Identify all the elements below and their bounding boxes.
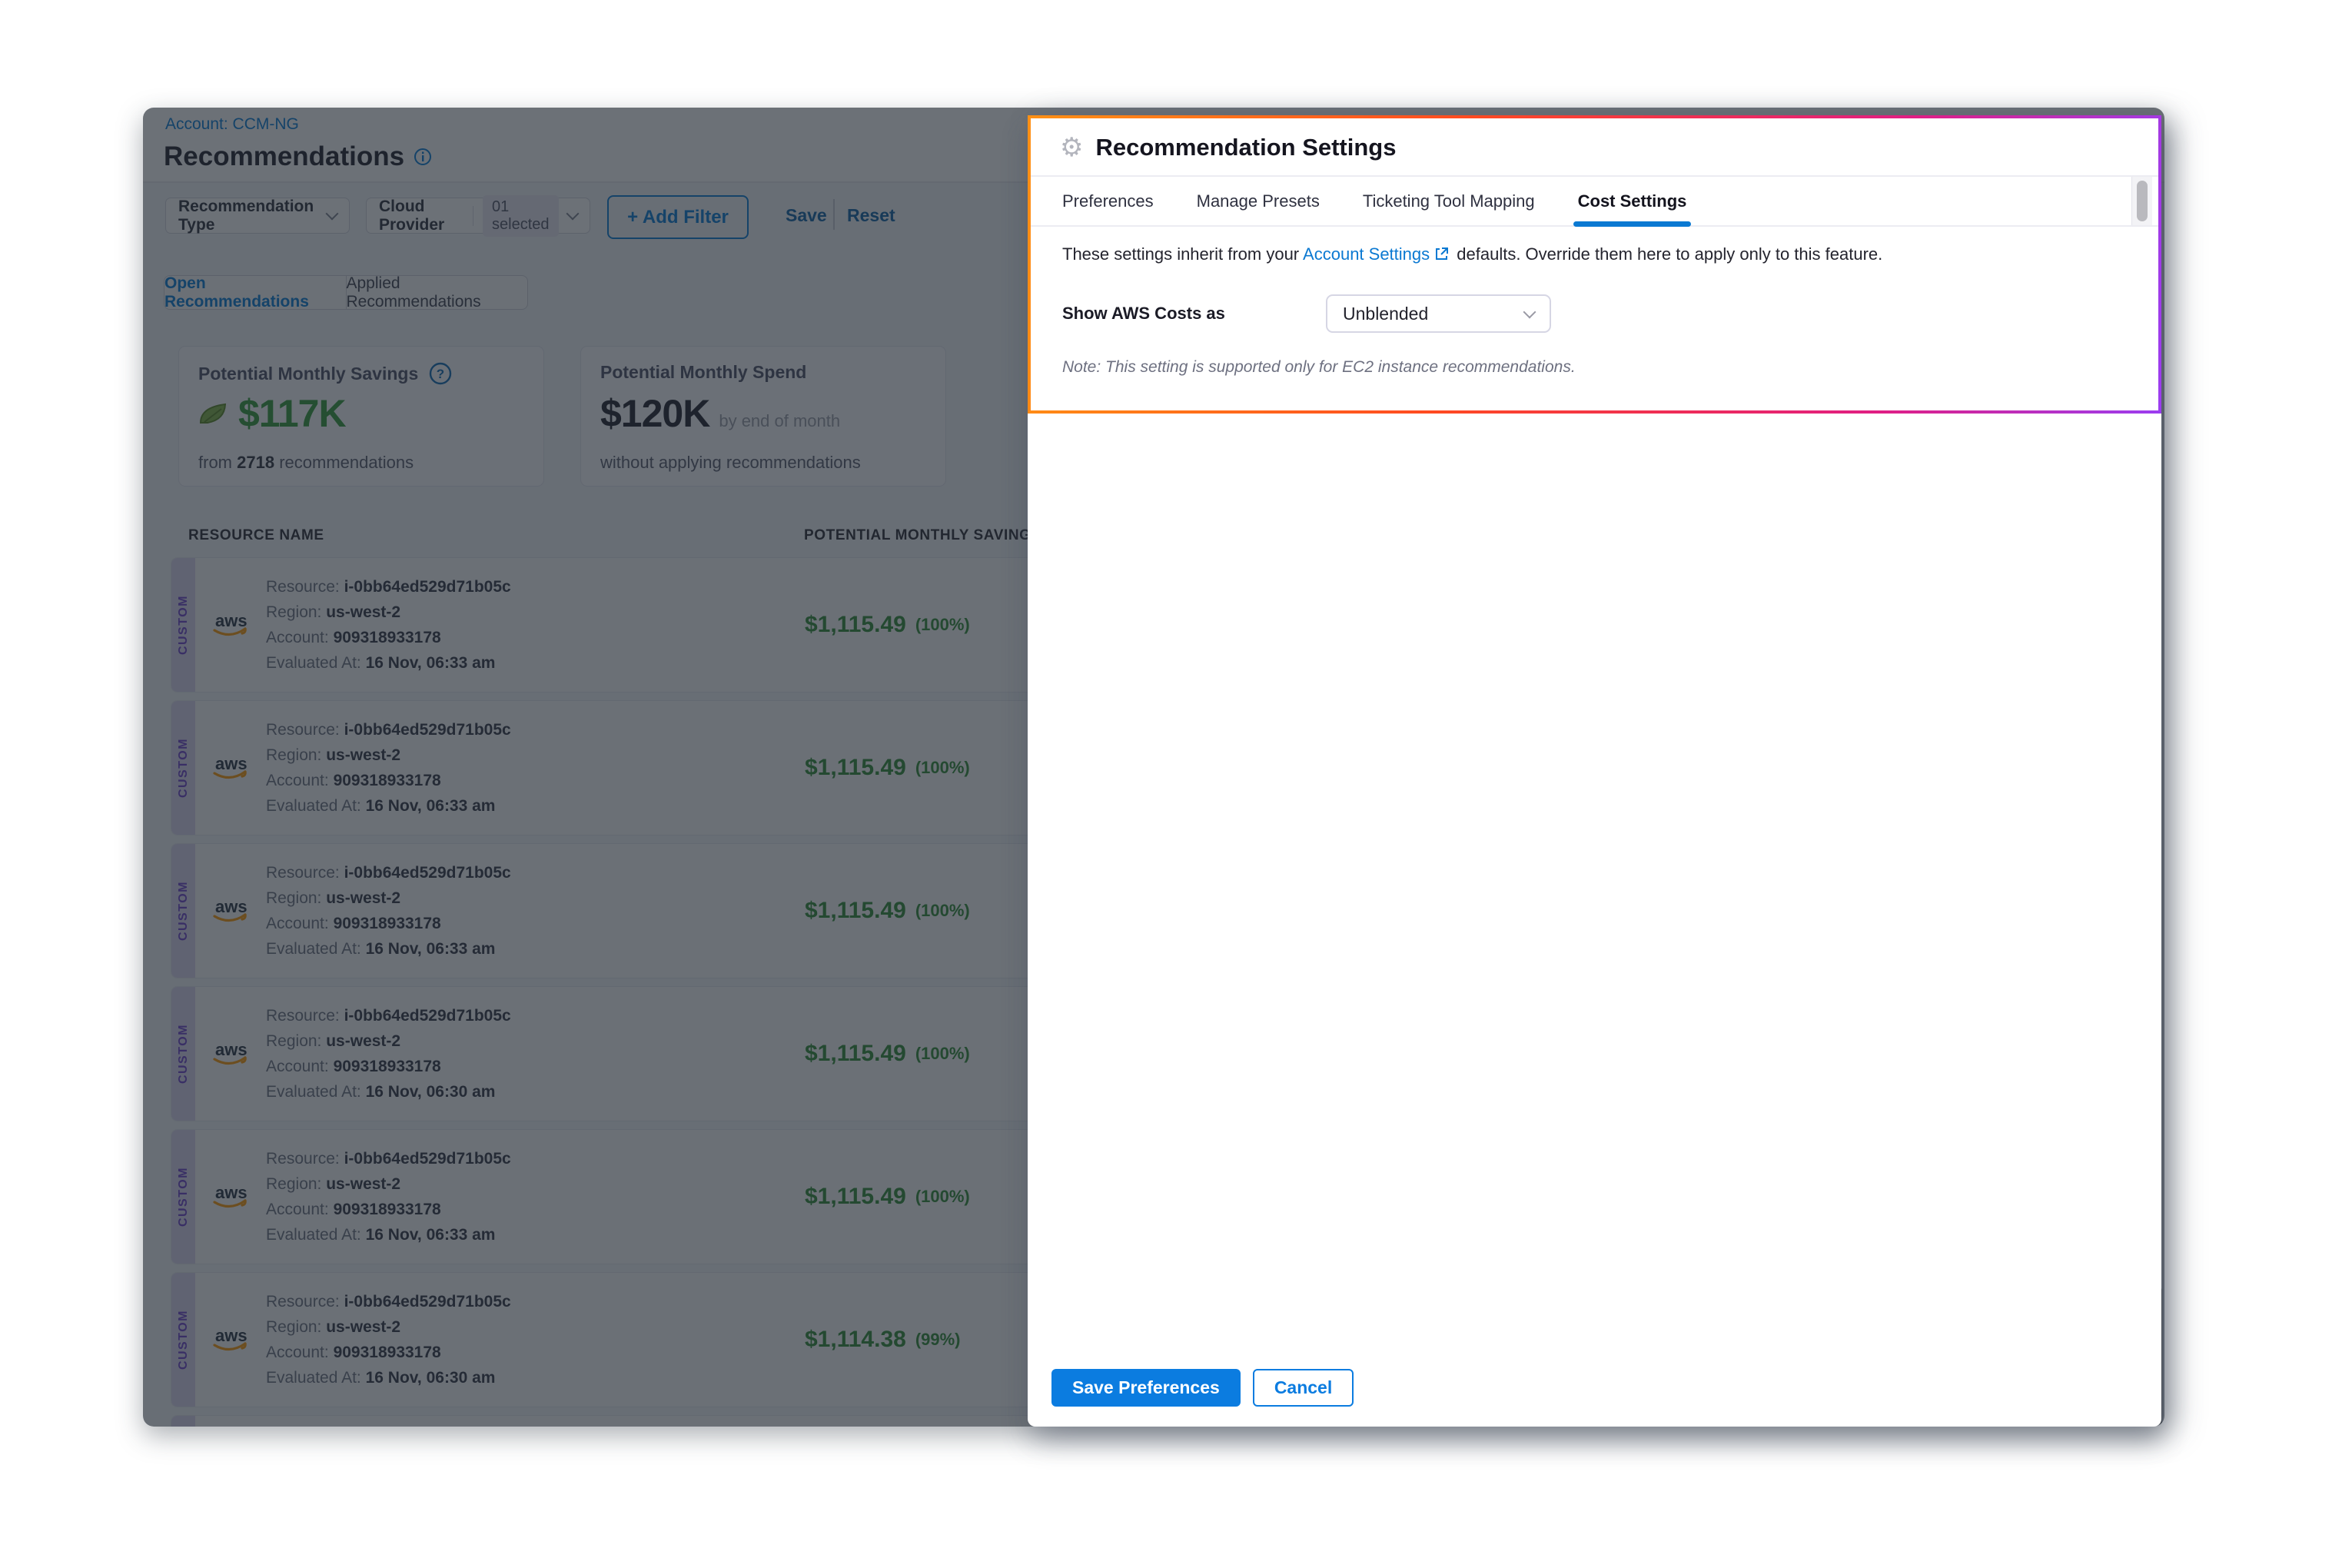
chevron-down-icon xyxy=(1523,305,1536,318)
save-preferences-button[interactable]: Save Preferences xyxy=(1051,1369,1241,1407)
gear-icon: ⚙ xyxy=(1060,135,1083,161)
tab-manage-presets[interactable]: Manage Presets xyxy=(1197,177,1320,225)
ec2-note: Note: This setting is supported only for… xyxy=(1062,358,1576,377)
recommendation-settings-panel: ⚙ Recommendation Settings Preferences Ma… xyxy=(1028,115,2161,1427)
field-label: Show AWS Costs as xyxy=(1062,304,1225,324)
tab-preferences[interactable]: Preferences xyxy=(1062,177,1154,225)
aws-cost-type-select[interactable]: Unblended xyxy=(1326,294,1551,333)
panel-scrollbar-track[interactable] xyxy=(2131,177,2152,225)
screen: Account: CCM-NG Recommendations Recommen… xyxy=(0,0,2352,1568)
panel-title: Recommendation Settings xyxy=(1095,134,1396,161)
settings-description: These settings inherit from your Account… xyxy=(1062,244,1882,266)
tab-cost-settings[interactable]: Cost Settings xyxy=(1578,177,1687,225)
cancel-button[interactable]: Cancel xyxy=(1253,1369,1354,1407)
panel-scrollbar-thumb[interactable] xyxy=(2137,181,2148,221)
panel-footer: Save Preferences Cancel xyxy=(1051,1369,1354,1407)
show-aws-costs-field: Show AWS Costs as Unblended xyxy=(1062,294,1985,333)
settings-tabs: Preferences Manage Presets Ticketing Too… xyxy=(1028,175,2161,227)
account-settings-link[interactable]: Account Settings xyxy=(1303,244,1430,264)
external-link-icon xyxy=(1434,246,1449,266)
tab-ticketing-tool-mapping[interactable]: Ticketing Tool Mapping xyxy=(1363,177,1535,225)
